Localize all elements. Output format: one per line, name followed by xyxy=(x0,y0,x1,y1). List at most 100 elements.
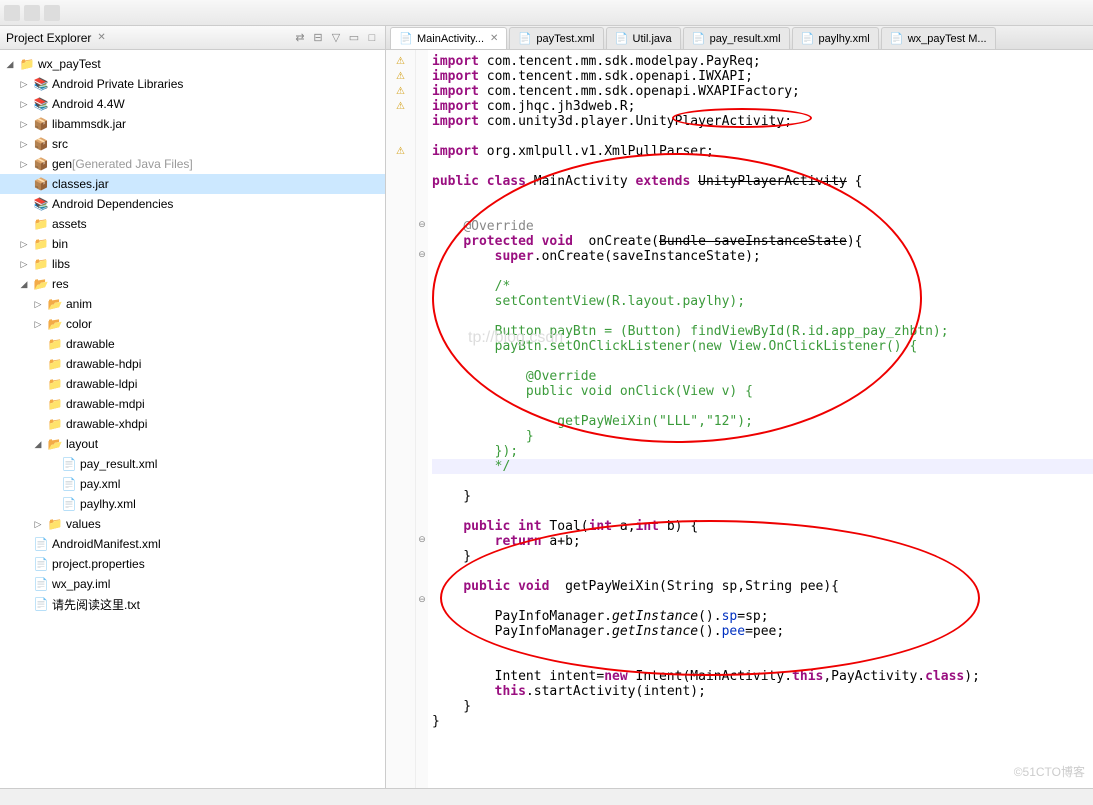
link-editor-icon[interactable]: ⇄ xyxy=(293,31,307,45)
tree-item[interactable]: ▷📁values xyxy=(0,514,385,534)
toolbar-icon[interactable] xyxy=(4,5,20,21)
code-line[interactable]: Button payBtn = (Button) findViewById(R.… xyxy=(432,324,1093,339)
code-editor[interactable]: ⚠ ⚠ ⚠ ⚠ ⚠ ⊖ ⊖ ⊖ ⊖ ↙ xyxy=(386,50,1093,788)
tree-item[interactable]: 📄wx_pay.iml xyxy=(0,574,385,594)
minimize-icon[interactable]: ▭ xyxy=(347,31,361,45)
menu-icon[interactable]: ▽ xyxy=(329,31,343,45)
code-line[interactable] xyxy=(432,504,1093,519)
editor-tab[interactable]: 📄paylhy.xml xyxy=(792,27,879,49)
tree-item[interactable]: ▷📂color xyxy=(0,314,385,334)
tree-item[interactable]: 📄请先阅读这里.txt xyxy=(0,594,385,614)
tree-item[interactable]: ▷📁libs xyxy=(0,254,385,274)
code-line[interactable]: getPayWeiXin("LLL","12"); xyxy=(432,414,1093,429)
collapse-icon[interactable]: ⊟ xyxy=(311,31,325,45)
code-line[interactable] xyxy=(432,354,1093,369)
tree-item[interactable]: ▷📚Android 4.4W xyxy=(0,94,385,114)
editor-tab[interactable]: 📄payTest.xml xyxy=(509,27,603,49)
code-line[interactable]: public void getPayWeiXin(String sp,Strin… xyxy=(432,579,1093,594)
fold-toggle[interactable]: ⊖ xyxy=(416,594,428,609)
tree-project-root[interactable]: ◢ 📁 wx_payTest xyxy=(0,54,385,74)
tree-item[interactable]: 📁assets xyxy=(0,214,385,234)
code-line[interactable]: return a+b; xyxy=(432,534,1093,549)
tree-item[interactable]: 📁drawable-hdpi xyxy=(0,354,385,374)
code-line[interactable]: /* xyxy=(432,279,1093,294)
toolbar-icon[interactable] xyxy=(24,5,40,21)
code-line[interactable]: import com.tencent.mm.sdk.openapi.WXAPIF… xyxy=(432,84,1093,99)
tree-item[interactable]: 📄project.properties xyxy=(0,554,385,574)
editor-tab[interactable]: 📄pay_result.xml xyxy=(683,27,790,49)
code-line[interactable]: public void onClick(View v) { xyxy=(432,384,1093,399)
code-line[interactable] xyxy=(432,189,1093,204)
code-line[interactable] xyxy=(432,204,1093,219)
fold-toggle[interactable]: ⊖ xyxy=(416,534,428,549)
code-line[interactable]: setContentView(R.layout.paylhy); xyxy=(432,294,1093,309)
code-line[interactable]: import org.xmlpull.v1.XmlPullParser; xyxy=(432,144,1093,159)
code-line[interactable]: import com.tencent.mm.sdk.modelpay.PayRe… xyxy=(432,54,1093,69)
code-line[interactable] xyxy=(432,639,1093,654)
fold-toggle[interactable]: ⊖ xyxy=(416,249,428,264)
code-line[interactable]: } xyxy=(432,699,1093,714)
tree-item[interactable]: 📁drawable-xhdpi xyxy=(0,414,385,434)
warning-icon[interactable]: ⚠ xyxy=(386,69,415,84)
code-line[interactable]: import com.tencent.mm.sdk.openapi.IWXAPI… xyxy=(432,69,1093,84)
code-line[interactable]: protected void onCreate(Bundle saveInsta… xyxy=(432,234,1093,249)
close-icon[interactable]: ✕ xyxy=(97,32,105,43)
tree-item[interactable]: ▷📁bin xyxy=(0,234,385,254)
code-line[interactable] xyxy=(432,399,1093,414)
editor-tab[interactable]: 📄MainActivity...✕ xyxy=(390,27,507,49)
warning-icon[interactable]: ⚠ xyxy=(386,54,415,69)
tree-item[interactable]: ▷📦gen [Generated Java Files] xyxy=(0,154,385,174)
fold-toggle[interactable]: ⊖ xyxy=(416,219,428,234)
code-line[interactable] xyxy=(432,654,1093,669)
warning-icon[interactable]: ⚠ xyxy=(386,99,415,114)
tree-item[interactable]: 📚Android Dependencies xyxy=(0,194,385,214)
code-line[interactable]: @Override xyxy=(432,219,1093,234)
code-line[interactable] xyxy=(432,309,1093,324)
tree-item[interactable]: ▷📦libammsdk.jar xyxy=(0,114,385,134)
code-line[interactable]: } xyxy=(432,429,1093,444)
code-line[interactable] xyxy=(432,159,1093,174)
tree-item[interactable]: ▷📚Android Private Libraries xyxy=(0,74,385,94)
project-tree[interactable]: ◢ 📁 wx_payTest ▷📚Android Private Librari… xyxy=(0,50,385,788)
tree-item[interactable]: 📄AndroidManifest.xml xyxy=(0,534,385,554)
editor-tab[interactable]: 📄Util.java xyxy=(606,27,681,49)
code-line[interactable]: PayInfoManager.getInstance().sp=sp; xyxy=(432,609,1093,624)
code-line[interactable]: @Override xyxy=(432,369,1093,384)
code-line[interactable]: } xyxy=(432,549,1093,564)
tree-item[interactable]: 📁drawable-mdpi xyxy=(0,394,385,414)
code-line[interactable] xyxy=(432,564,1093,579)
tree-item[interactable]: ◢📂res xyxy=(0,274,385,294)
warning-icon[interactable]: ⚠ xyxy=(386,84,415,99)
editor-tab[interactable]: 📄wx_payTest M... xyxy=(881,27,996,49)
code-line[interactable]: super.onCreate(saveInstanceState); xyxy=(432,249,1093,264)
code-line[interactable]: } xyxy=(432,489,1093,504)
tree-item[interactable]: ◢📂layout xyxy=(0,434,385,454)
tree-item[interactable]: 📦classes.jar xyxy=(0,174,385,194)
code-line[interactable] xyxy=(432,264,1093,279)
code-line[interactable]: import com.unity3d.player.UnityPlayerAct… xyxy=(432,114,1093,129)
code-line[interactable]: Intent intent=new Intent(MainActivity.th… xyxy=(432,669,1093,684)
code-line[interactable]: */ xyxy=(432,459,1093,474)
code-line[interactable] xyxy=(432,474,1093,489)
tree-item[interactable]: 📁drawable-ldpi xyxy=(0,374,385,394)
tree-item[interactable]: 📁drawable xyxy=(0,334,385,354)
code-line[interactable]: import com.jhqc.jh3dweb.R; xyxy=(432,99,1093,114)
tree-item[interactable]: 📄paylhy.xml xyxy=(0,494,385,514)
toolbar-icon[interactable] xyxy=(44,5,60,21)
code-line[interactable]: public class MainActivity extends UnityP… xyxy=(432,174,1093,189)
tree-item[interactable]: ▷📂anim xyxy=(0,294,385,314)
tree-item[interactable]: ▷📦src xyxy=(0,134,385,154)
tree-item[interactable]: 📄pay_result.xml xyxy=(0,454,385,474)
warning-icon[interactable]: ⚠ xyxy=(386,144,415,159)
code-line[interactable] xyxy=(432,129,1093,144)
maximize-icon[interactable]: □ xyxy=(365,31,379,45)
close-icon[interactable]: ✕ xyxy=(490,33,498,44)
code-line[interactable]: payBtn.setOnClickListener(new View.OnCli… xyxy=(432,339,1093,354)
code-line[interactable]: public int Toal(int a,int b) { xyxy=(432,519,1093,534)
tree-item[interactable]: 📄pay.xml xyxy=(0,474,385,494)
code-line[interactable]: }); xyxy=(432,444,1093,459)
code-line[interactable]: PayInfoManager.getInstance().pee=pee; xyxy=(432,624,1093,639)
code-line[interactable]: this.startActivity(intent); xyxy=(432,684,1093,699)
code-line[interactable]: } xyxy=(432,714,1093,729)
code-line[interactable] xyxy=(432,594,1093,609)
